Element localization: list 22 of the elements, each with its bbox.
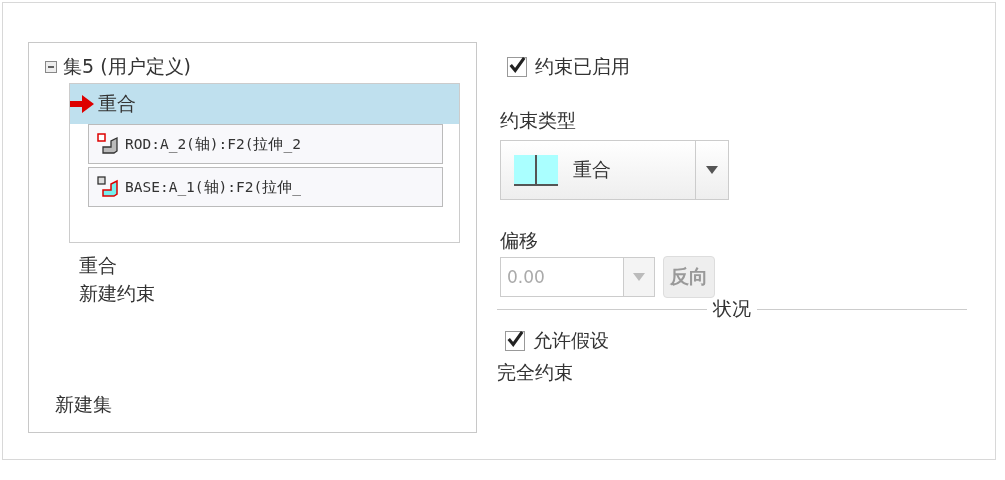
part-icon: [97, 133, 119, 155]
section-title: 状况: [712, 296, 752, 321]
coincident-icon: [513, 154, 559, 186]
reference-item[interactable]: BASE:A_1(轴):F2(拉伸_: [88, 167, 443, 207]
new-set-item[interactable]: 新建集: [55, 392, 460, 418]
constraint-item[interactable]: 重合: [70, 84, 459, 124]
field-label: 约束类型: [500, 108, 577, 133]
constraint-item[interactable]: 新建约束: [79, 279, 460, 307]
constraint-type-dropdown[interactable]: 重合: [500, 140, 729, 200]
part-icon: [97, 176, 119, 198]
dropdown-arrow-icon[interactable]: [706, 166, 718, 174]
checkbox[interactable]: [505, 331, 525, 351]
checkbox[interactable]: [507, 57, 527, 77]
set-label[interactable]: 集5 (用户定义): [63, 54, 191, 80]
constraint-item[interactable]: 重合: [79, 251, 460, 279]
field-label: 偏移: [500, 228, 539, 253]
checkbox-label: 约束已启用: [535, 54, 630, 79]
reference-item[interactable]: ROD:A_2(轴):F2(拉伸_2: [88, 124, 443, 164]
arrow-icon: [70, 95, 94, 113]
status-text: 完全约束: [497, 360, 574, 385]
collapse-icon[interactable]: [45, 61, 57, 73]
checkbox-label: 允许假设: [533, 328, 609, 353]
